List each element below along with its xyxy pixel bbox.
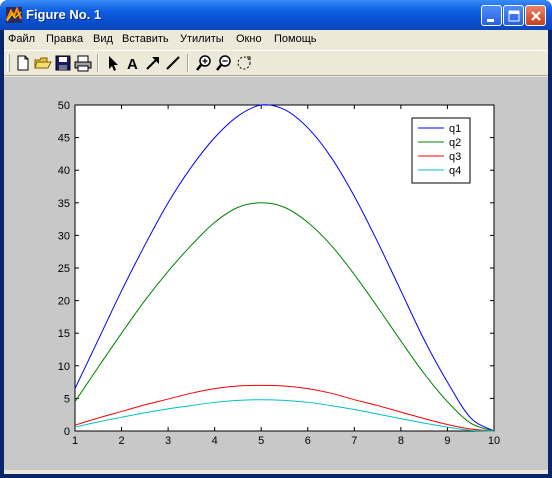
y-tick-label: 5 <box>64 393 70 405</box>
rotate-3d-button[interactable] <box>235 54 253 72</box>
line-tool-button[interactable] <box>164 54 182 72</box>
line-chart[interactable]: 1 2 3 4 5 6 7 8 9 1005101520253035404550q1q2q3q4 <box>4 77 548 470</box>
select-arrow-icon <box>109 56 118 71</box>
zoom-out-icon <box>216 55 231 71</box>
new-figure-button[interactable] <box>14 54 32 72</box>
window-bottom-border <box>4 470 548 474</box>
legend-label-q2: q2 <box>449 137 461 149</box>
zoom-out-button[interactable] <box>215 54 233 72</box>
zoom-in-button[interactable] <box>195 54 213 72</box>
zoom-in-icon <box>196 55 211 71</box>
menu-view[interactable]: Вид <box>93 32 113 46</box>
open-folder-icon <box>34 57 52 69</box>
new-file-icon <box>17 55 29 71</box>
svg-text:A: A <box>127 56 138 72</box>
insert-text-icon: A <box>127 56 138 72</box>
menu-window[interactable]: Окно <box>236 32 262 46</box>
close-button[interactable] <box>525 5 546 26</box>
legend-label-q4: q4 <box>449 165 461 177</box>
x-tick-label: 8 <box>398 435 404 447</box>
y-tick-label: 45 <box>58 133 70 145</box>
y-tick-label: 25 <box>58 263 70 275</box>
x-tick-label: 9 <box>444 435 450 447</box>
save-icon <box>55 55 71 71</box>
window-title: Figure No. 1 <box>26 7 102 22</box>
menu-file[interactable]: Файл <box>8 32 35 46</box>
figure-window: Figure No. 1 Файл Правка Вид Вставить Ут… <box>0 0 552 478</box>
minimize-icon <box>487 19 494 22</box>
menu-bar: Файл Правка Вид Вставить Утилиты Окно По… <box>4 30 548 48</box>
x-tick-label: 4 <box>212 435 218 447</box>
x-tick-label: 1 <box>72 435 78 447</box>
x-tick-label: 5 <box>258 435 264 447</box>
matlab-figure-icon <box>5 6 23 23</box>
y-tick-label: 40 <box>58 165 70 177</box>
menu-insert[interactable]: Вставить <box>122 32 169 46</box>
maximize-button[interactable] <box>503 5 524 26</box>
title-bar[interactable]: Figure No. 1 <box>0 0 552 30</box>
open-file-button[interactable] <box>34 54 52 72</box>
y-tick-label: 50 <box>58 100 70 112</box>
x-tick-label: 2 <box>118 435 124 447</box>
print-button[interactable] <box>74 54 92 72</box>
x-tick-label: 6 <box>305 435 311 447</box>
toolbar-grip[interactable] <box>7 54 10 72</box>
select-tool-button[interactable] <box>104 54 122 72</box>
menu-help[interactable]: Помощь <box>274 32 317 46</box>
y-tick-label: 30 <box>58 230 70 242</box>
menu-tools[interactable]: Утилиты <box>180 32 224 46</box>
toolbar-separator <box>187 54 189 72</box>
save-button[interactable] <box>54 54 72 72</box>
figure-canvas: 1 2 3 4 5 6 7 8 9 10 0 5 10 15 20 25 30 35 40 45 50 q1 q2 q3 q4 <box>4 77 548 474</box>
rotate-3d-icon <box>237 56 251 70</box>
y-tick-label: 15 <box>58 328 70 340</box>
y-tick-label: 35 <box>58 198 70 210</box>
print-icon <box>74 55 92 72</box>
x-tick-label: 10 <box>488 435 500 447</box>
x-tick-label: 3 <box>165 435 171 447</box>
insert-arrow-icon <box>146 57 159 70</box>
arrow-tool-button[interactable] <box>144 54 162 72</box>
legend-label-q3: q3 <box>449 151 461 163</box>
toolbar-separator <box>97 54 99 72</box>
close-icon <box>531 11 541 21</box>
legend-label-q1: q1 <box>449 123 461 135</box>
y-tick-label: 20 <box>58 296 70 308</box>
y-tick-label: 0 <box>64 426 70 438</box>
window-client: Файл Правка Вид Вставить Утилиты Окно По… <box>4 30 548 474</box>
menu-edit[interactable]: Правка <box>46 32 83 46</box>
toolbar: A <box>4 50 548 76</box>
text-tool-button[interactable]: A <box>124 54 142 72</box>
maximize-icon <box>508 10 520 22</box>
x-tick-label: 7 <box>351 435 357 447</box>
minimize-button[interactable] <box>481 5 502 26</box>
insert-line-icon <box>166 56 180 70</box>
y-tick-label: 10 <box>58 361 70 373</box>
